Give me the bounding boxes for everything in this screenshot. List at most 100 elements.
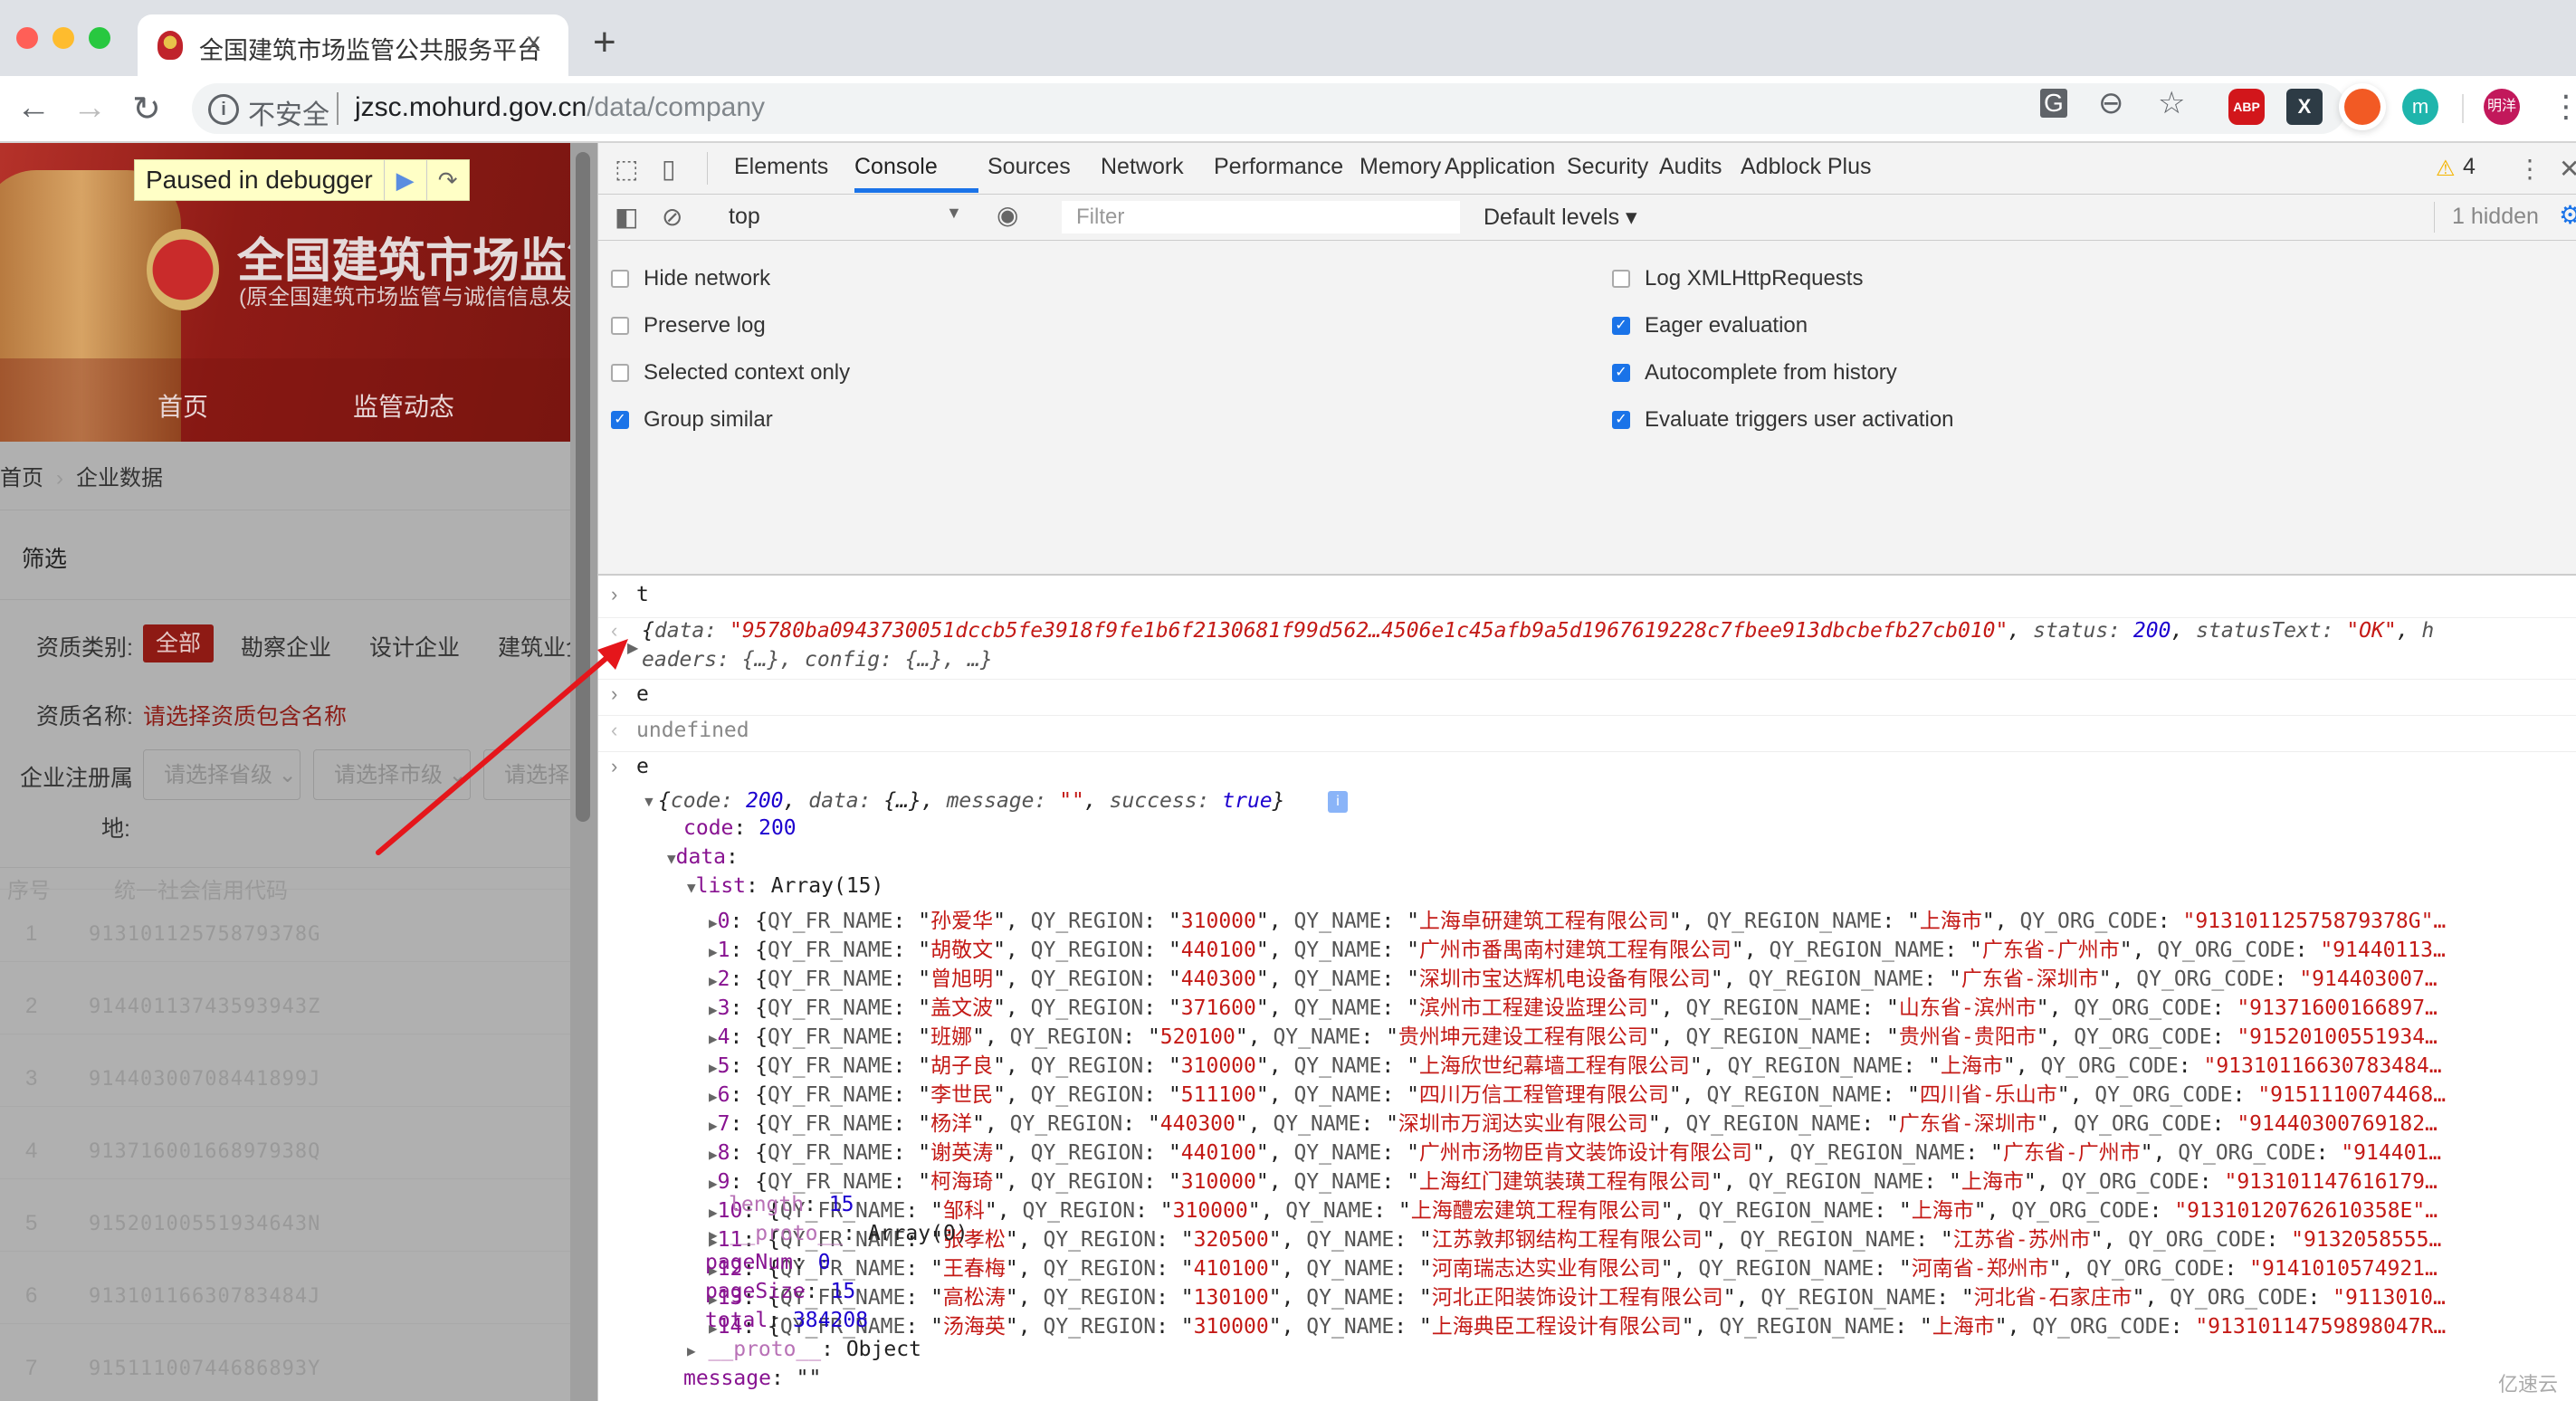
expand-triangle-icon[interactable]: ▶ bbox=[627, 639, 638, 657]
setting-preserve-log[interactable]: Preserve log bbox=[611, 313, 766, 338]
list-entry[interactable]: ▶8: {QY_FR_NAME: "谢英涛", QY_REGION: "4401… bbox=[709, 1135, 2441, 1166]
setting-group-similar[interactable]: ✓ Group similar bbox=[611, 407, 773, 433]
collapse-triangle-icon[interactable]: ▼ bbox=[642, 795, 656, 811]
inspect-element-icon[interactable]: ⬚ bbox=[615, 154, 638, 184]
close-window-button[interactable] bbox=[16, 27, 38, 49]
expand-triangle-icon[interactable]: ▶ bbox=[687, 1342, 696, 1359]
page-scrollbar[interactable] bbox=[570, 143, 597, 1401]
list-entry[interactable]: ▶0: {QY_FR_NAME: "孙爱华", QY_REGION: "3100… bbox=[709, 903, 2446, 934]
nav-home-link[interactable]: 首页 bbox=[157, 387, 208, 424]
profile-avatar[interactable]: 明洋 bbox=[2484, 89, 2520, 125]
browser-tab[interactable]: 全国建筑市场监管公共服务平台 x bbox=[138, 14, 568, 76]
checkbox[interactable]: ✓ bbox=[1612, 411, 1630, 429]
browser-menu-icon[interactable]: ⋮ bbox=[2551, 89, 2576, 125]
checkbox[interactable]: ✓ bbox=[1612, 364, 1630, 382]
collapse-triangle-icon[interactable]: ▼ bbox=[687, 879, 696, 896]
list-entry[interactable]: ▶11: {QY_FR_NAME: "张孝松", QY_REGION: "320… bbox=[709, 1222, 2441, 1253]
devtools-tab-audits[interactable]: Audits bbox=[1659, 154, 1722, 180]
close-devtools-icon[interactable]: ✕ bbox=[2559, 154, 2576, 184]
checkbox[interactable] bbox=[1612, 270, 1630, 288]
setting-hide-network[interactable]: Hide network bbox=[611, 266, 770, 291]
list-entry[interactable]: ▶1: {QY_FR_NAME: "胡敬文", QY_REGION: "4401… bbox=[709, 932, 2446, 963]
devtools-tab-adblock-plus[interactable]: Adblock Plus bbox=[1741, 154, 1872, 180]
list-entry[interactable]: ▶2: {QY_FR_NAME: "曾旭明", QY_REGION: "4403… bbox=[709, 961, 2438, 992]
checkbox[interactable] bbox=[611, 270, 629, 288]
expand-triangle-icon[interactable]: ▶ bbox=[709, 1001, 718, 1018]
live-expression-eye-icon[interactable]: ◉ bbox=[997, 200, 1018, 230]
devtools-tab-elements[interactable]: Elements bbox=[734, 154, 828, 180]
new-tab-button[interactable]: + bbox=[593, 20, 616, 65]
expand-triangle-icon[interactable]: ▶ bbox=[709, 1175, 718, 1192]
list-entry[interactable]: ▶10: {QY_FR_NAME: "邹科", QY_REGION: "3100… bbox=[709, 1193, 2438, 1224]
nav-supervision-link[interactable]: 监管动态 bbox=[353, 387, 454, 424]
expand-triangle-icon[interactable]: ▶ bbox=[709, 943, 718, 960]
row-credit-code[interactable]: 91310112575879378G bbox=[89, 923, 320, 946]
expand-triangle-icon[interactable]: ▶ bbox=[709, 1146, 718, 1163]
checkbox[interactable]: ✓ bbox=[611, 411, 629, 429]
expand-triangle-icon[interactable]: ▶ bbox=[709, 1117, 718, 1134]
minimize-window-button[interactable] bbox=[52, 27, 74, 49]
expand-triangle-icon[interactable]: ▶ bbox=[709, 1088, 718, 1105]
province-select[interactable]: 请选择省级 ⌄ bbox=[143, 749, 301, 800]
devtools-tab-application[interactable]: Application bbox=[1445, 154, 1555, 180]
setting-eager-evaluation[interactable]: ✓ Eager evaluation bbox=[1612, 313, 1808, 338]
bookmark-star-icon[interactable]: ☆ bbox=[2158, 85, 2185, 121]
list-entry[interactable]: ▶4: {QY_FR_NAME: "班娜", QY_REGION: "52010… bbox=[709, 1019, 2438, 1050]
checkbox[interactable] bbox=[611, 364, 629, 382]
setting-selected-context-only[interactable]: Selected context only bbox=[611, 360, 850, 386]
list-entry[interactable]: ▶9: {QY_FR_NAME: "柯海琦", QY_REGION: "3100… bbox=[709, 1164, 2438, 1195]
prop-data[interactable]: ▼data: bbox=[667, 845, 739, 869]
expand-triangle-icon[interactable]: ▶ bbox=[709, 972, 718, 989]
expand-triangle-icon[interactable]: ▶ bbox=[709, 1059, 718, 1076]
page-scrollbar-thumb[interactable] bbox=[576, 152, 590, 822]
adblock-plus-extension-icon[interactable]: ABP bbox=[2228, 89, 2265, 125]
list-entry[interactable]: ▶13: {QY_FR_NAME: "高松涛", QY_REGION: "130… bbox=[709, 1280, 2446, 1310]
translate-icon[interactable]: G bbox=[2040, 89, 2067, 118]
back-arrow-icon[interactable]: ← bbox=[16, 89, 51, 128]
devtools-tab-performance[interactable]: Performance bbox=[1214, 154, 1343, 180]
devtools-tab-memory[interactable]: Memory bbox=[1360, 154, 1441, 180]
result-summary-line[interactable]: ▼ {code: 200, data: {…}, message: "", su… bbox=[598, 787, 2576, 816]
url-text[interactable]: jzsc.mohurd.gov.cn/data/company bbox=[355, 92, 765, 123]
devtools-tab-network[interactable]: Network bbox=[1101, 154, 1184, 180]
sidebar-toggle-icon[interactable]: ◧ bbox=[615, 202, 638, 232]
checkbox[interactable]: ✓ bbox=[1612, 317, 1630, 335]
list-entry[interactable]: ▶7: {QY_FR_NAME: "杨洋", QY_REGION: "44030… bbox=[709, 1106, 2438, 1137]
info-badge-icon[interactable]: i bbox=[1328, 791, 1348, 813]
devtools-tab-console[interactable]: Console bbox=[854, 154, 938, 180]
category-all-button[interactable]: 全部 bbox=[143, 624, 214, 662]
list-entry[interactable]: ▶6: {QY_FR_NAME: "李世民", QY_REGION: "5111… bbox=[709, 1077, 2446, 1108]
pencil-extension-icon[interactable] bbox=[2344, 89, 2380, 125]
qualification-name-picker[interactable]: 请选择资质包含名称 bbox=[143, 699, 347, 731]
prop-list[interactable]: ▼list: Array(15) bbox=[687, 874, 883, 898]
expand-triangle-icon[interactable]: ▶ bbox=[709, 914, 718, 931]
city-select[interactable]: 请选择市级 ⌄ bbox=[313, 749, 471, 800]
expand-triangle-icon[interactable]: ▶ bbox=[709, 1030, 718, 1047]
response-object-summary[interactable]: {data: "95780ba0943730051dccb5fe3918f9fe… bbox=[642, 619, 2434, 643]
category-construction-button[interactable]: 建筑业企 bbox=[498, 630, 570, 662]
zoom-out-icon[interactable]: ⊖ bbox=[2098, 85, 2124, 121]
prop-data-proto[interactable]: ▶ __proto__: Object bbox=[687, 1338, 921, 1361]
security-label[interactable]: 不安全 bbox=[248, 92, 329, 132]
collapse-triangle-icon[interactable]: ▼ bbox=[667, 850, 676, 867]
row-credit-code[interactable]: 91440300708441899J bbox=[89, 1068, 320, 1091]
tab-close-icon[interactable]: x bbox=[527, 27, 540, 58]
list-entry[interactable]: ▶12: {QY_FR_NAME: "王春梅", QY_REGION: "410… bbox=[709, 1251, 2438, 1282]
forward-arrow-icon[interactable]: → bbox=[72, 89, 107, 128]
devtools-menu-icon[interactable]: ⋮ bbox=[2517, 154, 2543, 184]
breadcrumb-home[interactable]: 首页 bbox=[0, 466, 43, 491]
context-select[interactable]: top bbox=[729, 204, 760, 230]
x-extension-icon[interactable]: X bbox=[2286, 89, 2323, 125]
checkbox[interactable] bbox=[611, 317, 629, 335]
row-credit-code[interactable]: 91310116630783484J bbox=[89, 1285, 320, 1308]
device-toolbar-icon[interactable]: ▯ bbox=[662, 154, 675, 184]
row-credit-code[interactable]: 91520100551934643N bbox=[89, 1213, 320, 1235]
maximize-window-button[interactable] bbox=[89, 27, 110, 49]
m-extension-icon[interactable]: m bbox=[2402, 89, 2438, 125]
devtools-tab-security[interactable]: Security bbox=[1567, 154, 1648, 180]
list-entry[interactable]: ▶14: {QY_FR_NAME: "汤海英", QY_REGION: "310… bbox=[709, 1309, 2446, 1339]
console-settings-gear-icon[interactable]: ⚙ bbox=[2559, 200, 2576, 230]
setting-autocomplete-from-history[interactable]: ✓ Autocomplete from history bbox=[1612, 360, 1897, 386]
expand-triangle-icon[interactable]: ▶ bbox=[709, 1226, 718, 1244]
setting-log-xmlhttprequests[interactable]: Log XMLHttpRequests bbox=[1612, 266, 1863, 291]
